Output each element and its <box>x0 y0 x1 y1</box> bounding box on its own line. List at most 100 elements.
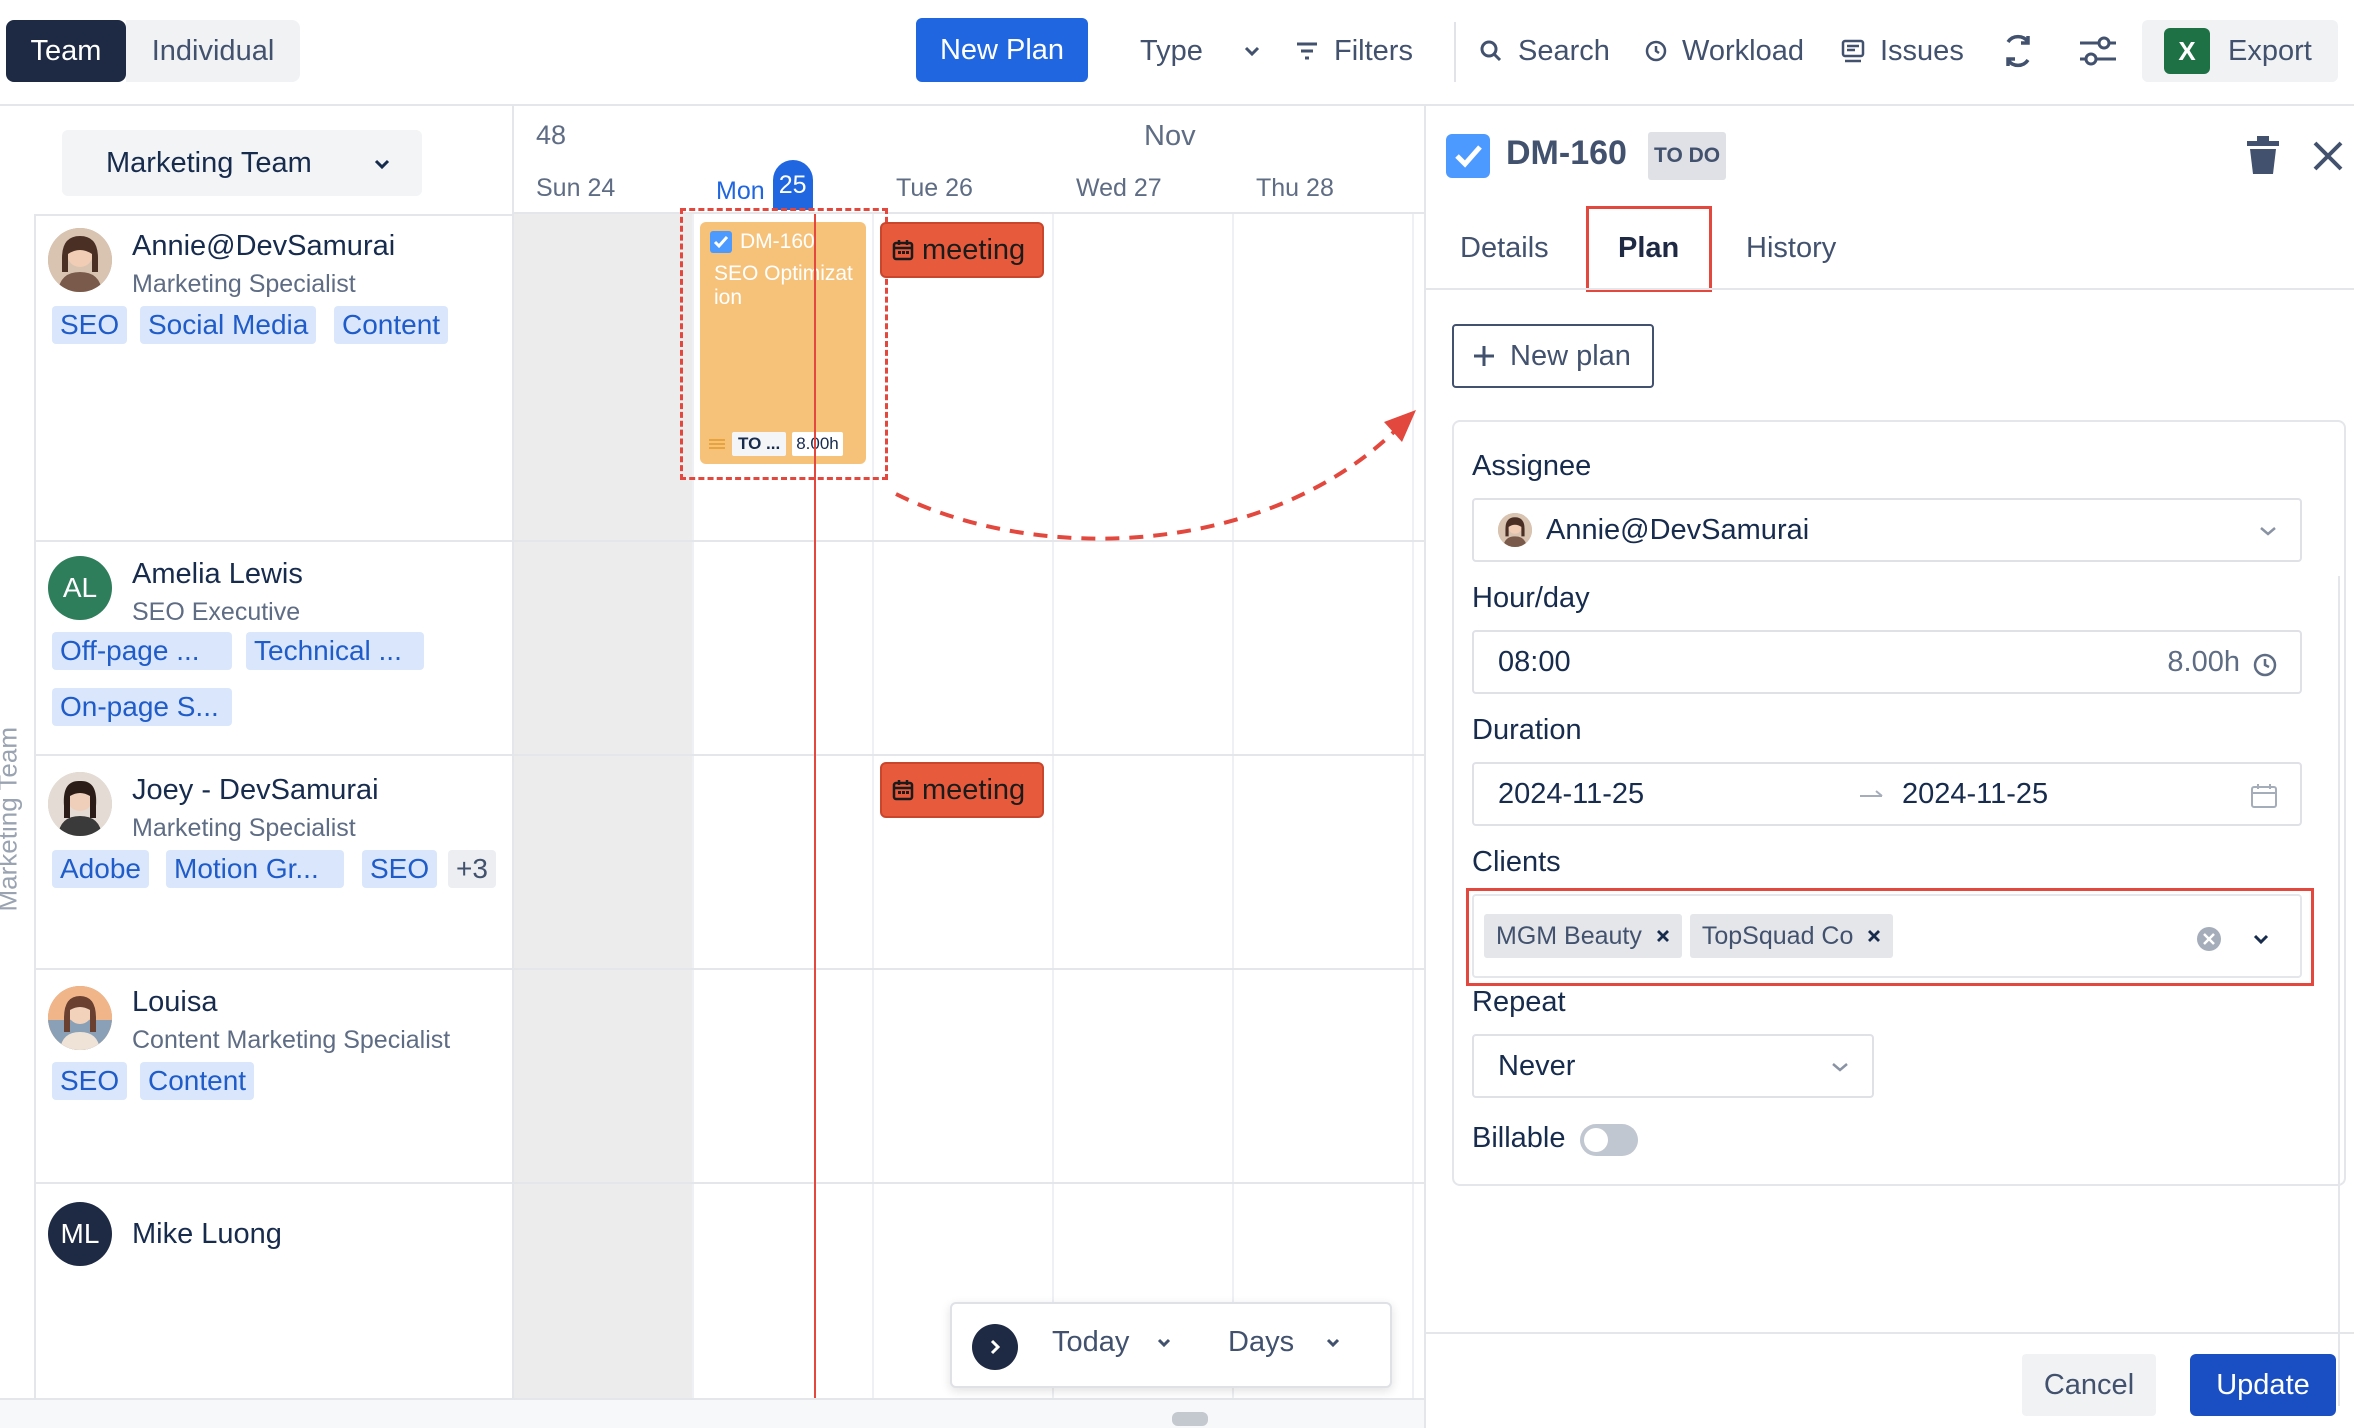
team-selector-value: Marketing Team <box>106 146 312 179</box>
day-header-wed: Wed 27 <box>1076 174 1162 202</box>
row-divider <box>514 754 1424 756</box>
tab-plan[interactable]: Plan <box>1618 232 1679 265</box>
chevron-down-icon <box>1832 1063 1848 1072</box>
skill-tag: Motion Gr... <box>166 850 344 888</box>
workload-button[interactable]: Workload <box>1644 20 1804 82</box>
days-dropdown[interactable]: Days <box>1228 1326 1342 1359</box>
avatar <box>48 772 112 836</box>
cancel-button[interactable]: Cancel <box>2022 1354 2156 1416</box>
type-dropdown[interactable]: Type <box>1140 20 1263 82</box>
settings-sliders-button[interactable] <box>2078 34 2118 73</box>
view-mode-individual-button[interactable]: Individual <box>126 20 300 82</box>
row-divider <box>514 968 1424 970</box>
assignee-select[interactable]: Annie@DevSamurai <box>1472 498 2302 562</box>
member-row[interactable]: ML Mike Luong <box>36 1182 514 1398</box>
member-row[interactable]: Annie@DevSamurai Marketing Specialist SE… <box>36 214 514 540</box>
export-button[interactable]: X Export <box>2142 20 2338 82</box>
day-header-thu: Thu 28 <box>1256 174 1334 202</box>
member-row[interactable]: AL Amelia Lewis SEO Executive Off-page .… <box>36 540 514 754</box>
assignee-value: Annie@DevSamurai <box>1546 513 1810 546</box>
hourday-input[interactable]: 08:00 8.00h <box>1472 630 2302 694</box>
member-name: Mike Luong <box>132 1218 282 1250</box>
issues-label: Issues <box>1880 34 1964 67</box>
days-label: Days <box>1228 1326 1295 1358</box>
calendar-grid: 48 Nov Sun 24 Mon 25 Tue 26 Wed 27 Thu 2… <box>514 106 1424 1398</box>
skill-tag: Social Media <box>140 306 317 344</box>
today-dropdown[interactable]: Today <box>1052 1326 1173 1359</box>
repeat-select[interactable]: Never <box>1472 1034 1874 1098</box>
clock-icon <box>2253 653 2277 677</box>
week-number: 48 <box>536 120 567 150</box>
chevron-down-icon <box>2260 527 2276 536</box>
hourday-label: Hour/day <box>1472 582 1590 614</box>
assignee-label: Assignee <box>1472 450 1592 482</box>
status-badge[interactable]: TO DO <box>1648 132 1727 180</box>
avatar: AL <box>48 556 112 620</box>
tab-history[interactable]: History <box>1746 232 1836 265</box>
member-name: Louisa <box>132 986 218 1018</box>
excel-icon-letter: X <box>2178 35 2196 66</box>
horizontal-scrollbar[interactable] <box>0 1398 1424 1428</box>
search-button[interactable]: Search <box>1478 20 1610 82</box>
duration-start[interactable]: 2024-11-25 <box>1498 778 1644 811</box>
new-plan-button[interactable]: New Plan <box>916 18 1088 82</box>
clock-icon <box>1645 40 1667 62</box>
excel-icon: X <box>2164 28 2210 74</box>
clients-multiselect[interactable]: MGM Beauty TopSquad Co <box>1472 894 2302 978</box>
calendar-icon <box>892 780 914 801</box>
chevron-right-icon <box>990 1339 1001 1355</box>
trash-icon[interactable] <box>2246 136 2280 176</box>
skill-tag: SEO <box>52 306 128 344</box>
issue-key: DM-160 <box>1506 134 1627 172</box>
view-mode-team-button[interactable]: Team <box>6 20 126 82</box>
type-label: Type <box>1140 34 1203 67</box>
day-header-tue: Tue 26 <box>896 174 973 202</box>
next-period-button[interactable] <box>972 1324 1018 1370</box>
chevron-down-icon <box>1244 46 1259 57</box>
meeting-event[interactable]: meeting <box>880 762 1044 818</box>
issues-button[interactable]: Issues <box>1840 20 1964 82</box>
day-header-mon: Mon 25 <box>716 160 813 210</box>
update-button[interactable]: Update <box>2190 1354 2336 1416</box>
avatar <box>48 986 112 1050</box>
plan-form-card: Assignee Annie@DevSamurai Hour/day 08:00… <box>1452 420 2346 1186</box>
duration-label: Duration <box>1472 714 1582 746</box>
repeat-label: Repeat <box>1472 986 1566 1018</box>
member-role: Content Marketing Specialist <box>132 1026 451 1054</box>
remove-chip-icon[interactable] <box>1867 929 1881 943</box>
member-row[interactable]: Joey - DevSamurai Marketing Specialist A… <box>36 754 514 968</box>
calendar-icon <box>892 240 914 261</box>
meeting-event[interactable]: meeting <box>880 222 1044 278</box>
arrow-right-icon <box>1860 790 1883 797</box>
new-plan-panel-button[interactable]: New plan <box>1452 324 1654 388</box>
billable-toggle[interactable] <box>1580 1124 1638 1156</box>
new-plan-panel-label: New plan <box>1510 339 1631 372</box>
member-row[interactable]: Louisa Content Marketing Specialist SEO … <box>36 968 514 1182</box>
footer-divider <box>1426 1332 2354 1334</box>
remove-chip-icon[interactable] <box>1656 929 1670 943</box>
skill-tag: Adobe <box>52 850 149 888</box>
scrollbar-thumb[interactable] <box>1172 1412 1208 1426</box>
chevron-down-icon <box>374 159 390 170</box>
client-chip: MGM Beauty <box>1484 914 1682 958</box>
filters-button[interactable]: Filters <box>1294 20 1413 82</box>
close-icon[interactable] <box>2312 140 2344 172</box>
duration-end[interactable]: 2024-11-25 <box>1902 778 2048 811</box>
repeat-value: Never <box>1498 1049 1576 1082</box>
duration-range-picker[interactable]: 2024-11-25 2024-11-25 <box>1472 762 2302 826</box>
avatar: ML <box>48 1202 112 1266</box>
clients-label: Clients <box>1472 846 1561 878</box>
task-type-icon <box>1446 134 1490 178</box>
member-role: Marketing Specialist <box>132 814 356 842</box>
skill-tag: SEO <box>362 850 438 888</box>
team-selector[interactable]: Marketing Team <box>62 130 422 196</box>
panel-scrollbar[interactable] <box>2338 576 2340 1406</box>
skill-tag: SEO <box>52 1062 128 1100</box>
chevron-down-icon[interactable] <box>2252 930 2270 948</box>
more-tags-badge[interactable]: +3 <box>448 850 496 888</box>
clear-all-icon[interactable] <box>2196 926 2222 952</box>
issue-detail-panel: DM-160 TO DO Details Plan History New pl… <box>1424 106 2354 1428</box>
tab-details[interactable]: Details <box>1460 232 1549 265</box>
date-navigation-control: Today Days <box>950 1302 1392 1388</box>
sync-button[interactable] <box>2000 32 2036 75</box>
